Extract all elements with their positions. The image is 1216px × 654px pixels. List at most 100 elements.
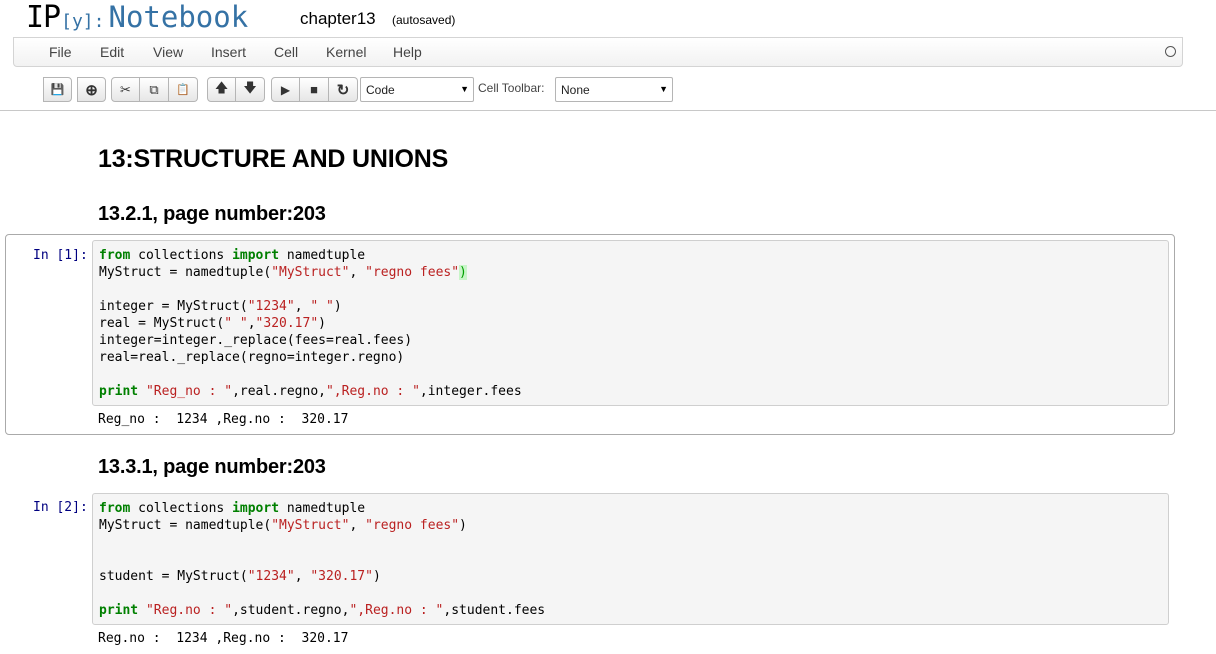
code-token: MyStruct = namedtuple( xyxy=(99,518,272,533)
chevron-down-icon: ▼ xyxy=(659,84,668,94)
logo-ip-text: IP xyxy=(26,0,61,35)
paste-button[interactable]: 📋 xyxy=(169,77,198,102)
insert-cell-button[interactable]: ⊕ xyxy=(77,77,106,102)
menu-insert[interactable]: Insert xyxy=(211,44,246,60)
menu-view[interactable]: View xyxy=(153,44,183,60)
paste-icon: 📋 xyxy=(176,84,190,96)
restart-button[interactable]: ↻ xyxy=(329,77,358,102)
keyword-token: print xyxy=(99,384,139,399)
plus-circle-icon: ⊕ xyxy=(85,81,98,99)
input-prompt: In [1]: xyxy=(33,248,88,263)
code-token: collections xyxy=(130,248,233,263)
string-token: " " xyxy=(224,316,248,331)
keyword-token: from xyxy=(99,501,131,516)
kernel-status-icon xyxy=(1165,46,1176,57)
code-token: , xyxy=(294,569,311,584)
save-group: 💾 xyxy=(43,77,72,102)
menu-cell[interactable]: Cell xyxy=(274,44,298,60)
code-token: collections xyxy=(130,501,233,516)
keyword-token: import xyxy=(232,501,280,516)
string-token: ",Reg.no : " xyxy=(349,603,444,618)
code-token: ) xyxy=(333,299,342,314)
cell-type-select[interactable]: Code ▼ xyxy=(360,77,474,102)
cell-output: Reg_no : 1234 ,Reg.no : 320.17 xyxy=(98,412,349,427)
save-icon: 💾 xyxy=(50,84,65,96)
string-token: "Reg_no : " xyxy=(138,384,233,399)
notebook-name[interactable]: chapter13 xyxy=(300,9,376,29)
code-token: , xyxy=(294,299,311,314)
section-heading-1: 13.2.1, page number:203 xyxy=(98,203,326,225)
code-editor[interactable]: from collections import namedtuple MyStr… xyxy=(92,240,1169,406)
cell-output: Reg.no : 1234 ,Reg.no : 320.17 xyxy=(98,631,349,646)
menubar: File Edit View Insert Cell Kernel Help xyxy=(13,37,1183,67)
keyword-token: print xyxy=(99,603,139,618)
keyword-token: from xyxy=(99,248,131,263)
code-text: from collections import namedtuple MyStr… xyxy=(93,241,1168,406)
code-token: ,real.regno, xyxy=(232,384,326,399)
code-token: namedtuple xyxy=(279,248,366,263)
code-token: ) xyxy=(459,518,467,533)
cell-toolbar-value: None xyxy=(561,83,590,97)
move-group: 🡅 🡇 xyxy=(207,77,265,102)
refresh-icon: ↻ xyxy=(336,81,350,99)
code-token: student = MyStruct( xyxy=(99,569,248,584)
save-button[interactable]: 💾 xyxy=(43,77,72,102)
insert-group: ⊕ xyxy=(77,77,106,102)
code-token: namedtuple xyxy=(279,501,366,516)
code-token: MyStruct = namedtuple( xyxy=(99,265,272,280)
code-token: ,student.fees xyxy=(443,603,546,618)
code-token: real=real._replace(regno=integer.regno) xyxy=(99,350,405,365)
code-editor[interactable]: from collections import namedtuple MyStr… xyxy=(92,493,1169,625)
chapter-heading: 13:STRUCTURE AND UNIONS xyxy=(98,145,449,173)
string-token: "MyStruct" xyxy=(271,265,350,280)
string-token: "1234" xyxy=(247,569,295,584)
section-heading-2: 13.3.1, page number:203 xyxy=(98,456,326,478)
play-icon: ▶ xyxy=(280,82,291,97)
cell-toolbar-select[interactable]: None ▼ xyxy=(555,77,673,102)
interrupt-button[interactable]: ■ xyxy=(300,77,329,102)
string-token: "regno fees" xyxy=(365,265,460,280)
logo-notebook-text: Notebook xyxy=(108,0,249,34)
code-token: , xyxy=(247,316,256,331)
cell-type-value: Code xyxy=(366,83,395,97)
menu-kernel[interactable]: Kernel xyxy=(326,44,366,60)
string-token: "MyStruct" xyxy=(271,518,350,533)
notebook-header: IP [y]: Notebook chapter13 (autosaved) xyxy=(0,0,1216,36)
code-token: ) xyxy=(372,569,381,584)
matched-paren: ) xyxy=(459,265,467,280)
code-token: integer=integer._replace(fees=real.fees) xyxy=(99,333,413,348)
string-token: " " xyxy=(310,299,334,314)
code-token: ) xyxy=(318,316,326,331)
code-token: real = MyStruct( xyxy=(99,316,225,331)
string-token: ",Reg.no : " xyxy=(325,384,420,399)
stop-icon: ■ xyxy=(310,82,318,97)
string-token: "regno fees" xyxy=(365,518,460,533)
menu-edit[interactable]: Edit xyxy=(100,44,124,60)
string-token: "Reg.no : " xyxy=(138,603,233,618)
run-button[interactable]: ▶ xyxy=(271,77,300,102)
logo-y-text: [y]: xyxy=(61,11,105,32)
copy-icon: ⧉ xyxy=(149,81,159,97)
code-token: integer = MyStruct( xyxy=(99,299,248,314)
arrow-up-icon: 🡅 xyxy=(214,79,229,95)
move-up-button[interactable]: 🡅 xyxy=(207,77,236,102)
toolbar-divider xyxy=(0,110,1216,111)
string-token: "320.17" xyxy=(310,569,373,584)
ipython-logo[interactable]: IP [y]: Notebook xyxy=(26,0,248,36)
copy-button[interactable]: ⧉ xyxy=(140,77,169,102)
scissors-icon: ✂ xyxy=(120,81,131,97)
code-token: , xyxy=(349,265,366,280)
string-token: "1234" xyxy=(247,299,295,314)
move-down-button[interactable]: 🡇 xyxy=(236,77,265,102)
code-token: , xyxy=(349,518,366,533)
cell-toolbar-label: Cell Toolbar: xyxy=(478,81,545,95)
menu-file[interactable]: File xyxy=(49,44,72,60)
autosave-status: (autosaved) xyxy=(392,13,456,27)
string-token: "320.17" xyxy=(255,316,319,331)
code-text: from collections import namedtuple MyStr… xyxy=(93,494,1168,625)
keyword-token: import xyxy=(232,248,280,263)
cut-button[interactable]: ✂ xyxy=(111,77,140,102)
chevron-down-icon: ▼ xyxy=(460,84,469,94)
menu-help[interactable]: Help xyxy=(393,44,422,60)
run-group: ▶ ■ ↻ xyxy=(271,77,358,102)
